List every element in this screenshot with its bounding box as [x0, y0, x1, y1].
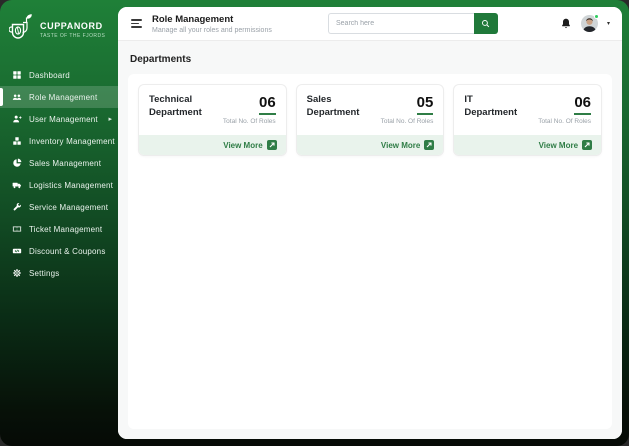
- sidebar-item-logistics-management[interactable]: Logistics Management: [0, 174, 118, 196]
- content-area: Departments Technical Department 06 Tota…: [118, 41, 622, 439]
- sidebar-item-label: Sales Management: [29, 158, 102, 168]
- main-panel: Role Management Manage all your roles an…: [118, 7, 622, 439]
- inventory-icon: [12, 136, 22, 146]
- search-button[interactable]: [473, 13, 498, 34]
- department-name: Sales Department: [306, 94, 360, 118]
- brand-name: CUPPANORD: [40, 20, 103, 31]
- sidebar-item-label: Inventory Management: [29, 136, 115, 146]
- view-more-label: View More: [538, 140, 579, 150]
- sidebar-item-user-management[interactable]: User Management ▸: [0, 108, 118, 130]
- user-icon: [12, 114, 22, 124]
- sidebar-item-label: User Management: [29, 114, 98, 124]
- online-status-dot: [593, 14, 599, 19]
- departments-panel: Technical Department 06 Total No. Of Rol…: [128, 74, 612, 429]
- sidebar-item-settings[interactable]: Settings: [0, 262, 118, 284]
- search-input[interactable]: [327, 13, 474, 34]
- page-title: Role Management: [152, 13, 234, 25]
- department-name: IT Department: [464, 94, 518, 118]
- view-more-label: View More: [223, 140, 263, 150]
- roles-icon: [12, 92, 22, 102]
- view-more-link[interactable]: View More: [454, 135, 602, 155]
- sidebar: CUPPANORD TASTE OF THE FJORDS Dashboard …: [0, 0, 125, 446]
- sidebar-item-label: Settings: [29, 268, 60, 278]
- role-count-block: 06 Total No. Of Roles: [223, 94, 276, 131]
- role-count-label: Total No. Of Roles: [538, 117, 592, 125]
- gear-icon: [12, 268, 22, 278]
- topbar: Role Management Manage all your roles an…: [118, 7, 622, 41]
- external-link-icon: [424, 140, 435, 150]
- external-link-icon: [266, 140, 277, 150]
- brand-text: CUPPANORD TASTE OF THE FJORDS: [40, 21, 105, 39]
- coupon-icon: [12, 246, 22, 256]
- page-title-block: Role Management Manage all your roles an…: [152, 14, 328, 34]
- card-body: Sales Department 05 Total No. Of Roles: [297, 85, 444, 135]
- role-count: 06: [258, 94, 276, 115]
- department-card-it: IT Department 06 Total No. Of Roles View…: [453, 84, 603, 156]
- sidebar-item-sales-management[interactable]: Sales Management: [0, 152, 118, 174]
- view-more-link[interactable]: View More: [296, 135, 444, 155]
- sidebar-item-label: Ticket Management: [29, 224, 103, 234]
- sidebar-item-service-management[interactable]: Service Management: [0, 196, 118, 218]
- topbar-right-cluster: ▾: [560, 14, 610, 32]
- view-more-link[interactable]: View More: [139, 135, 286, 155]
- role-count-block: 06 Total No. Of Roles: [538, 94, 592, 131]
- sidebar-item-inventory-management[interactable]: Inventory Management ▸: [0, 130, 125, 152]
- role-count: 06: [574, 94, 592, 115]
- card-body: IT Department 06 Total No. Of Roles: [454, 85, 601, 135]
- user-avatar[interactable]: [580, 14, 599, 32]
- sidebar-item-dashboard[interactable]: Dashboard: [0, 64, 118, 86]
- sidebar-nav: Dashboard Role Management User Managemen…: [0, 64, 125, 284]
- page-subtitle: Manage all your roles and permissions: [152, 26, 272, 34]
- role-count-label: Total No. Of Roles: [222, 117, 276, 125]
- department-card-technical: Technical Department 06 Total No. Of Rol…: [138, 84, 287, 156]
- search-bar: [327, 13, 498, 34]
- app-window: CUPPANORD TASTE OF THE FJORDS Dashboard …: [0, 0, 629, 446]
- external-link-icon: [582, 140, 593, 150]
- sidebar-item-label: Role Management: [29, 92, 98, 102]
- department-card-sales: Sales Department 05 Total No. Of Roles V…: [295, 84, 445, 156]
- department-name: Technical Department: [149, 94, 202, 118]
- chevron-right-icon: ▸: [108, 115, 112, 123]
- chevron-down-icon[interactable]: ▾: [607, 20, 610, 27]
- sidebar-item-label: Discount & Coupons: [29, 246, 106, 256]
- search-icon: [481, 16, 490, 31]
- sidebar-item-label: Dashboard: [29, 70, 70, 80]
- section-title: Departments: [130, 54, 192, 65]
- view-more-label: View More: [380, 140, 421, 150]
- wrench-icon: [12, 202, 22, 212]
- truck-icon: [12, 180, 22, 190]
- coffee-cup-leaf-icon: [8, 13, 35, 46]
- notifications-bell-icon[interactable]: [560, 17, 572, 30]
- sidebar-item-label: Service Management: [29, 202, 109, 212]
- sidebar-item-discount-coupons[interactable]: Discount & Coupons: [0, 240, 118, 262]
- brand-logo[interactable]: CUPPANORD TASTE OF THE FJORDS: [0, 0, 118, 58]
- sidebar-item-label: Logistics Management: [29, 180, 114, 190]
- hamburger-menu-icon[interactable]: [131, 19, 142, 28]
- sidebar-item-ticket-management[interactable]: Ticket Management: [0, 218, 118, 240]
- ticket-icon: [12, 224, 22, 234]
- sidebar-item-role-management[interactable]: Role Management: [0, 86, 118, 108]
- brand-tagline: TASTE OF THE FJORDS: [40, 32, 106, 39]
- role-count: 05: [416, 94, 434, 115]
- pie-chart-icon: [12, 158, 22, 168]
- role-count-label: Total No. Of Roles: [380, 117, 434, 125]
- dashboard-icon: [12, 70, 22, 80]
- role-count-block: 05 Total No. Of Roles: [381, 94, 434, 131]
- department-cards-row: Technical Department 06 Total No. Of Rol…: [138, 84, 603, 156]
- card-body: Technical Department 06 Total No. Of Rol…: [139, 85, 286, 135]
